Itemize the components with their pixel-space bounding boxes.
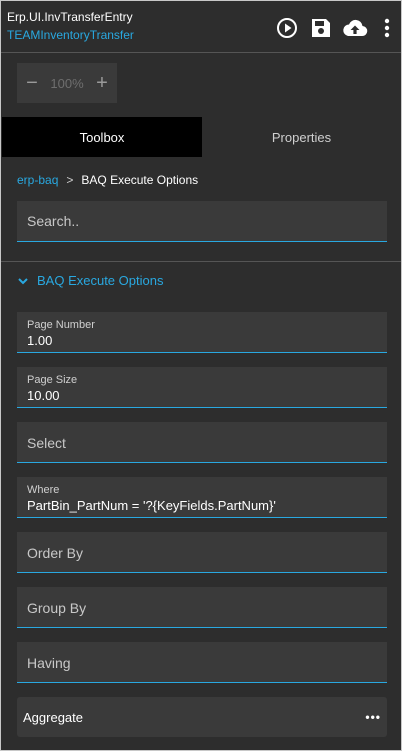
breadcrumb-separator: >	[66, 173, 74, 187]
where-label: Where	[27, 484, 60, 496]
having-label: Having	[27, 655, 71, 671]
aggregate-label: Aggregate	[23, 709, 83, 725]
select-label: Select	[27, 435, 66, 451]
page-number-field[interactable]: Page Number 1.00	[17, 312, 387, 353]
aggregate-field[interactable]: Aggregate •••	[17, 697, 387, 737]
app-header: Erp.UI.InvTransferEntry TEAMInventoryTra…	[1, 1, 401, 53]
search-box	[17, 201, 387, 242]
select-field[interactable]: Select	[17, 422, 387, 463]
properties-panel: Erp.UI.InvTransferEntry TEAMInventoryTra…	[0, 0, 402, 751]
page-number-value: 1.00	[27, 333, 53, 348]
cloud-upload-icon	[343, 19, 368, 37]
having-field[interactable]: Having	[17, 642, 387, 683]
tab-toolbox[interactable]: Toolbox	[2, 117, 202, 157]
page-size-value: 10.00	[27, 388, 60, 403]
page-size-field[interactable]: Page Size 10.00	[17, 367, 387, 408]
section-header-baq-execute-options[interactable]: BAQ Execute Options	[17, 273, 163, 288]
page-size-label: Page Size	[27, 374, 78, 386]
zoom-in-button[interactable]: +	[93, 72, 111, 95]
divider	[1, 261, 401, 262]
breadcrumb-root-link[interactable]: erp-baq	[17, 173, 58, 187]
tab-properties[interactable]: Properties	[202, 117, 401, 157]
save-button[interactable]	[308, 15, 334, 41]
search-input[interactable]	[27, 213, 377, 229]
app-title: Erp.UI.InvTransferEntry	[7, 10, 133, 24]
order-by-label: Order By	[27, 545, 84, 561]
zoom-control: − 100% +	[17, 63, 117, 103]
order-by-field[interactable]: Order By	[17, 532, 387, 573]
section-title: BAQ Execute Options	[37, 273, 164, 288]
chevron-down-icon	[18, 277, 28, 284]
where-value: PartBin_PartNum = '?{KeyFields.PartNum}'	[27, 498, 276, 513]
zoom-out-button[interactable]: −	[23, 72, 41, 95]
group-by-label: Group By	[27, 600, 87, 616]
run-button[interactable]	[274, 15, 300, 41]
breadcrumb-current: BAQ Execute Options	[81, 173, 199, 187]
save-icon	[312, 19, 330, 37]
play-icon	[277, 18, 297, 38]
publish-button[interactable]	[342, 15, 368, 41]
zoom-level: 100%	[50, 75, 84, 91]
group-by-field[interactable]: Group By	[17, 587, 387, 628]
page-number-label: Page Number	[27, 319, 95, 331]
where-field[interactable]: Where PartBin_PartNum = '?{KeyFields.Par…	[17, 477, 387, 518]
app-subtitle[interactable]: TEAMInventoryTransfer	[7, 28, 134, 42]
panel-tabs: Toolbox Properties	[2, 117, 401, 157]
aggregate-more-button[interactable]: •••	[365, 710, 381, 724]
breadcrumb: erp-baq > BAQ Execute Options	[17, 173, 198, 187]
more-vertical-icon	[384, 18, 390, 38]
more-options-button[interactable]	[374, 15, 400, 41]
